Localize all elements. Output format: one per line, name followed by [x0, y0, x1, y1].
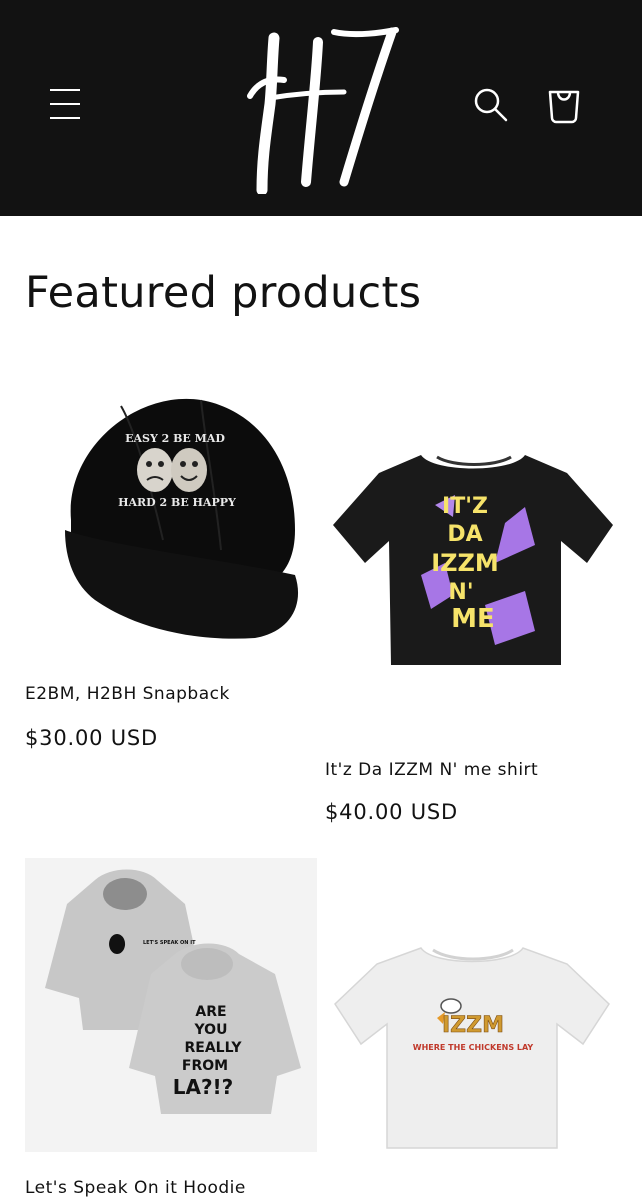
hoodie-line-3: REALLY	[185, 1040, 243, 1056]
section-title: Featured products	[25, 268, 422, 318]
hoodie-line-4: FROM	[182, 1058, 228, 1074]
product-price: $40.00 USD	[325, 800, 459, 824]
tee-logo: IZZM	[442, 1013, 504, 1038]
search-icon[interactable]	[468, 80, 512, 128]
cart-bag-icon[interactable]	[540, 80, 588, 128]
product-image[interactable]: LET'S SPEAK ON IT ARE YOU REALLY FROM LA…	[25, 858, 317, 1152]
hoodie-line-5: LA?!?	[173, 1075, 234, 1099]
snapback-hat-image: EASY 2 BE MAD HARD 2 BE HAPPY	[65, 398, 299, 639]
product-card-shirt[interactable]: IT'Z DA IZZM N' ME It'z Da IZZM N' me sh…	[325, 395, 617, 855]
product-name[interactable]: It'z Da IZZM N' me shirt	[325, 760, 538, 780]
product-image[interactable]: EASY 2 BE MAD HARD 2 BE HAPPY	[25, 370, 317, 660]
brand-logo[interactable]: H7	[236, 22, 406, 194]
hamburger-menu-icon-bar	[50, 117, 80, 119]
product-card-hoodie[interactable]: LET'S SPEAK ON IT ARE YOU REALLY FROM LA…	[25, 858, 317, 1200]
product-card-white-tee[interactable]: IZZM WHERE THE CHICKENS LAY	[325, 858, 617, 1200]
hamburger-menu-icon-bar	[50, 103, 80, 105]
site-header: H7	[0, 0, 642, 216]
product-card-snapback[interactable]: EASY 2 BE MAD HARD 2 BE HAPPY E2BM, H2BH…	[25, 370, 317, 770]
product-image[interactable]: IT'Z DA IZZM N' ME	[325, 395, 617, 750]
black-tshirt-image: IT'Z DA IZZM N' ME	[333, 455, 613, 665]
tee-caption: WHERE THE CHICKENS LAY	[413, 1043, 534, 1052]
hoodie-line-1: ARE	[195, 1004, 226, 1020]
product-name[interactable]: E2BM, H2BH Snapback	[25, 684, 230, 704]
shirt-line-1: IT'Z	[442, 494, 488, 519]
product-name[interactable]: Let's Speak On it Hoodie	[25, 1178, 246, 1198]
product-image[interactable]: IZZM WHERE THE CHICKENS LAY	[325, 858, 617, 1152]
shirt-line-2: DA	[447, 522, 482, 547]
hat-text-bottom: HARD 2 BE HAPPY	[118, 496, 236, 509]
product-price: $30.00 USD	[25, 726, 159, 750]
hat-text-top: EASY 2 BE MAD	[125, 432, 225, 445]
shirt-line-3: IZZM	[431, 549, 499, 577]
shirt-line-5: ME	[451, 604, 495, 634]
shirt-line-4: N'	[448, 580, 473, 605]
hamburger-menu-icon	[50, 89, 80, 91]
menu-button[interactable]	[44, 80, 88, 128]
hoodie-chest-text: LET'S SPEAK ON IT	[143, 940, 196, 946]
gray-hoodie-image: LET'S SPEAK ON IT ARE YOU REALLY FROM LA…	[45, 869, 301, 1114]
hoodie-line-2: YOU	[194, 1022, 228, 1038]
white-tshirt-image: IZZM WHERE THE CHICKENS LAY	[334, 947, 610, 1149]
